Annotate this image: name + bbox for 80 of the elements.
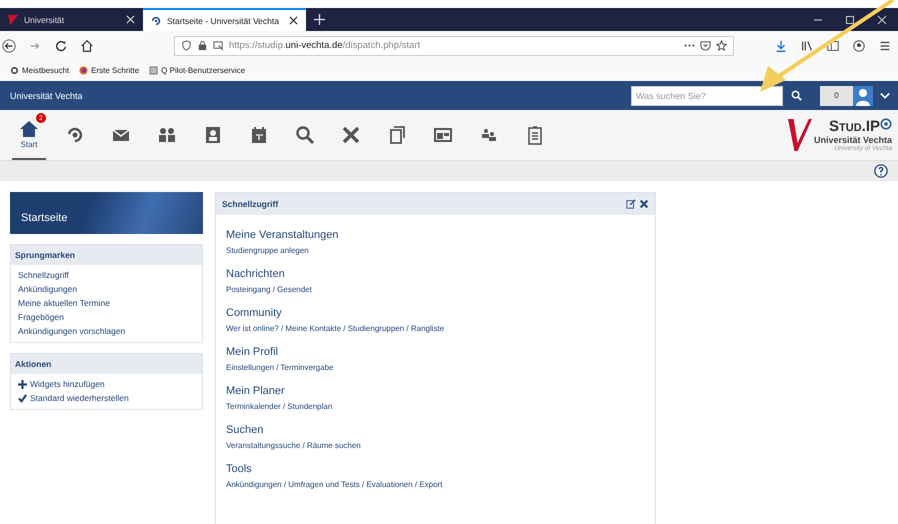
sub-links[interactable]: Einstellungen / Terminvergabe	[226, 363, 645, 372]
site-title: Universität Vechta	[10, 90, 83, 100]
help-icon[interactable]	[874, 164, 888, 178]
sidebar-icon[interactable]	[826, 38, 840, 52]
section-link[interactable]: Mein Profil	[226, 346, 645, 358]
sub-links[interactable]: Studiengruppe anlegen	[226, 246, 645, 255]
browser-tab[interactable]: Startseite - Universität Vechta	[143, 8, 306, 31]
bookmark-item[interactable]: Meistbesucht	[10, 66, 70, 75]
back-icon[interactable]	[2, 38, 16, 52]
sidebar-link[interactable]: Meine aktuellen Termine	[18, 296, 195, 310]
download-icon[interactable]	[774, 38, 788, 52]
section-link[interactable]: Nachrichten	[226, 268, 645, 280]
gear-icon	[10, 66, 19, 75]
close-icon[interactable]	[289, 16, 298, 25]
home-icon[interactable]	[80, 38, 94, 52]
tools-icon	[341, 125, 361, 145]
widget-title: Sprungmarken	[15, 250, 75, 260]
sidebar-link[interactable]: Ankündigungen vorschlagen	[18, 324, 195, 338]
account-icon[interactable]	[852, 38, 866, 52]
address-bar[interactable]: https://studip.uni-vechta.de/dispatch.php/start	[174, 36, 734, 56]
sub-links[interactable]: Posteingang / Gesendet	[226, 285, 645, 294]
lock-icon	[197, 40, 208, 51]
bookmark-label: Meistbesucht	[22, 66, 70, 75]
sidebar-link[interactable]: Widgets hinzufügen	[18, 377, 195, 391]
edit-icon[interactable]	[626, 199, 636, 209]
shield-icon	[181, 40, 192, 51]
tab-title: Startseite - Universität Vechta	[167, 16, 280, 26]
browser-tab[interactable]: Universität	[0, 8, 143, 31]
sub-links[interactable]: Terminkalender / Stundenplan	[226, 402, 645, 411]
search-field[interactable]: Was suchen Sie?	[631, 86, 783, 106]
home-icon	[19, 119, 39, 139]
page-icon	[149, 66, 158, 75]
pocket-icon[interactable]	[700, 40, 711, 51]
sub-links[interactable]: Ankündigungen / Umfragen und Tests / Evaluationen / Export	[226, 480, 645, 489]
section-link[interactable]: Tools	[226, 463, 645, 475]
sidebar-link[interactable]: Ankündigungen	[18, 282, 195, 296]
sidebar-title: Startseite	[21, 212, 68, 224]
library-icon[interactable]	[800, 38, 814, 52]
circle-arrow-icon	[65, 125, 85, 145]
search-icon	[295, 125, 315, 145]
university-logo-icon	[788, 118, 812, 152]
maximize-icon[interactable]	[845, 14, 855, 24]
avatar-icon[interactable]	[853, 86, 873, 106]
section-link[interactable]: Mein Planer	[226, 385, 645, 397]
plus-icon	[18, 380, 27, 388]
globe-icon	[79, 66, 88, 75]
sidebar-link[interactable]: Fragebögen	[18, 310, 195, 324]
files-icon	[387, 125, 407, 145]
widget-title: Schnellzugriff	[222, 199, 278, 209]
section-link[interactable]: Community	[226, 307, 645, 319]
people-icon	[157, 125, 177, 145]
clipboard-icon	[525, 125, 545, 145]
notification-count[interactable]: 0	[820, 86, 853, 106]
checkmark-icon	[18, 394, 27, 402]
logo-name: Stud.IP	[829, 118, 880, 135]
bookmark-label: Erste Schritte	[91, 66, 140, 75]
section-link[interactable]: Suchen	[226, 424, 645, 436]
close-icon[interactable]	[639, 199, 649, 209]
sub-links[interactable]: Wer ist online? / Meine Kontakte / Studiengruppen / Rangliste	[226, 324, 645, 333]
star-icon[interactable]	[716, 40, 727, 51]
reload-icon[interactable]	[54, 38, 68, 52]
circle-arrow-icon	[151, 16, 161, 26]
widget-title: Aktionen	[15, 359, 52, 369]
chevron-down-icon[interactable]	[880, 92, 890, 100]
calendar-icon	[249, 125, 269, 145]
permissions-icon	[213, 40, 224, 51]
window-icon	[433, 125, 453, 145]
tab-title: Universität	[24, 14, 66, 24]
sidebar-link[interactable]: Schnellzugriff	[18, 268, 195, 282]
logo-university: Universität Vechta	[814, 135, 892, 145]
section-link[interactable]: Meine Veranstaltungen	[226, 229, 645, 241]
signal-ring-icon	[880, 118, 892, 130]
profile-icon	[203, 125, 223, 145]
new-tab-icon[interactable]	[314, 14, 325, 25]
url-text: https://studip.uni-vechta.de/dispatch.php/start	[229, 40, 420, 51]
bookmark-item[interactable]: Erste Schritte	[79, 66, 140, 75]
search-icon[interactable]	[791, 90, 802, 101]
sub-links[interactable]: Veranstaltungssuche / Räume suchen	[226, 441, 645, 450]
university-logo-icon	[8, 14, 18, 24]
sidebar-link[interactable]: Standard wiederherstellen	[18, 391, 195, 405]
